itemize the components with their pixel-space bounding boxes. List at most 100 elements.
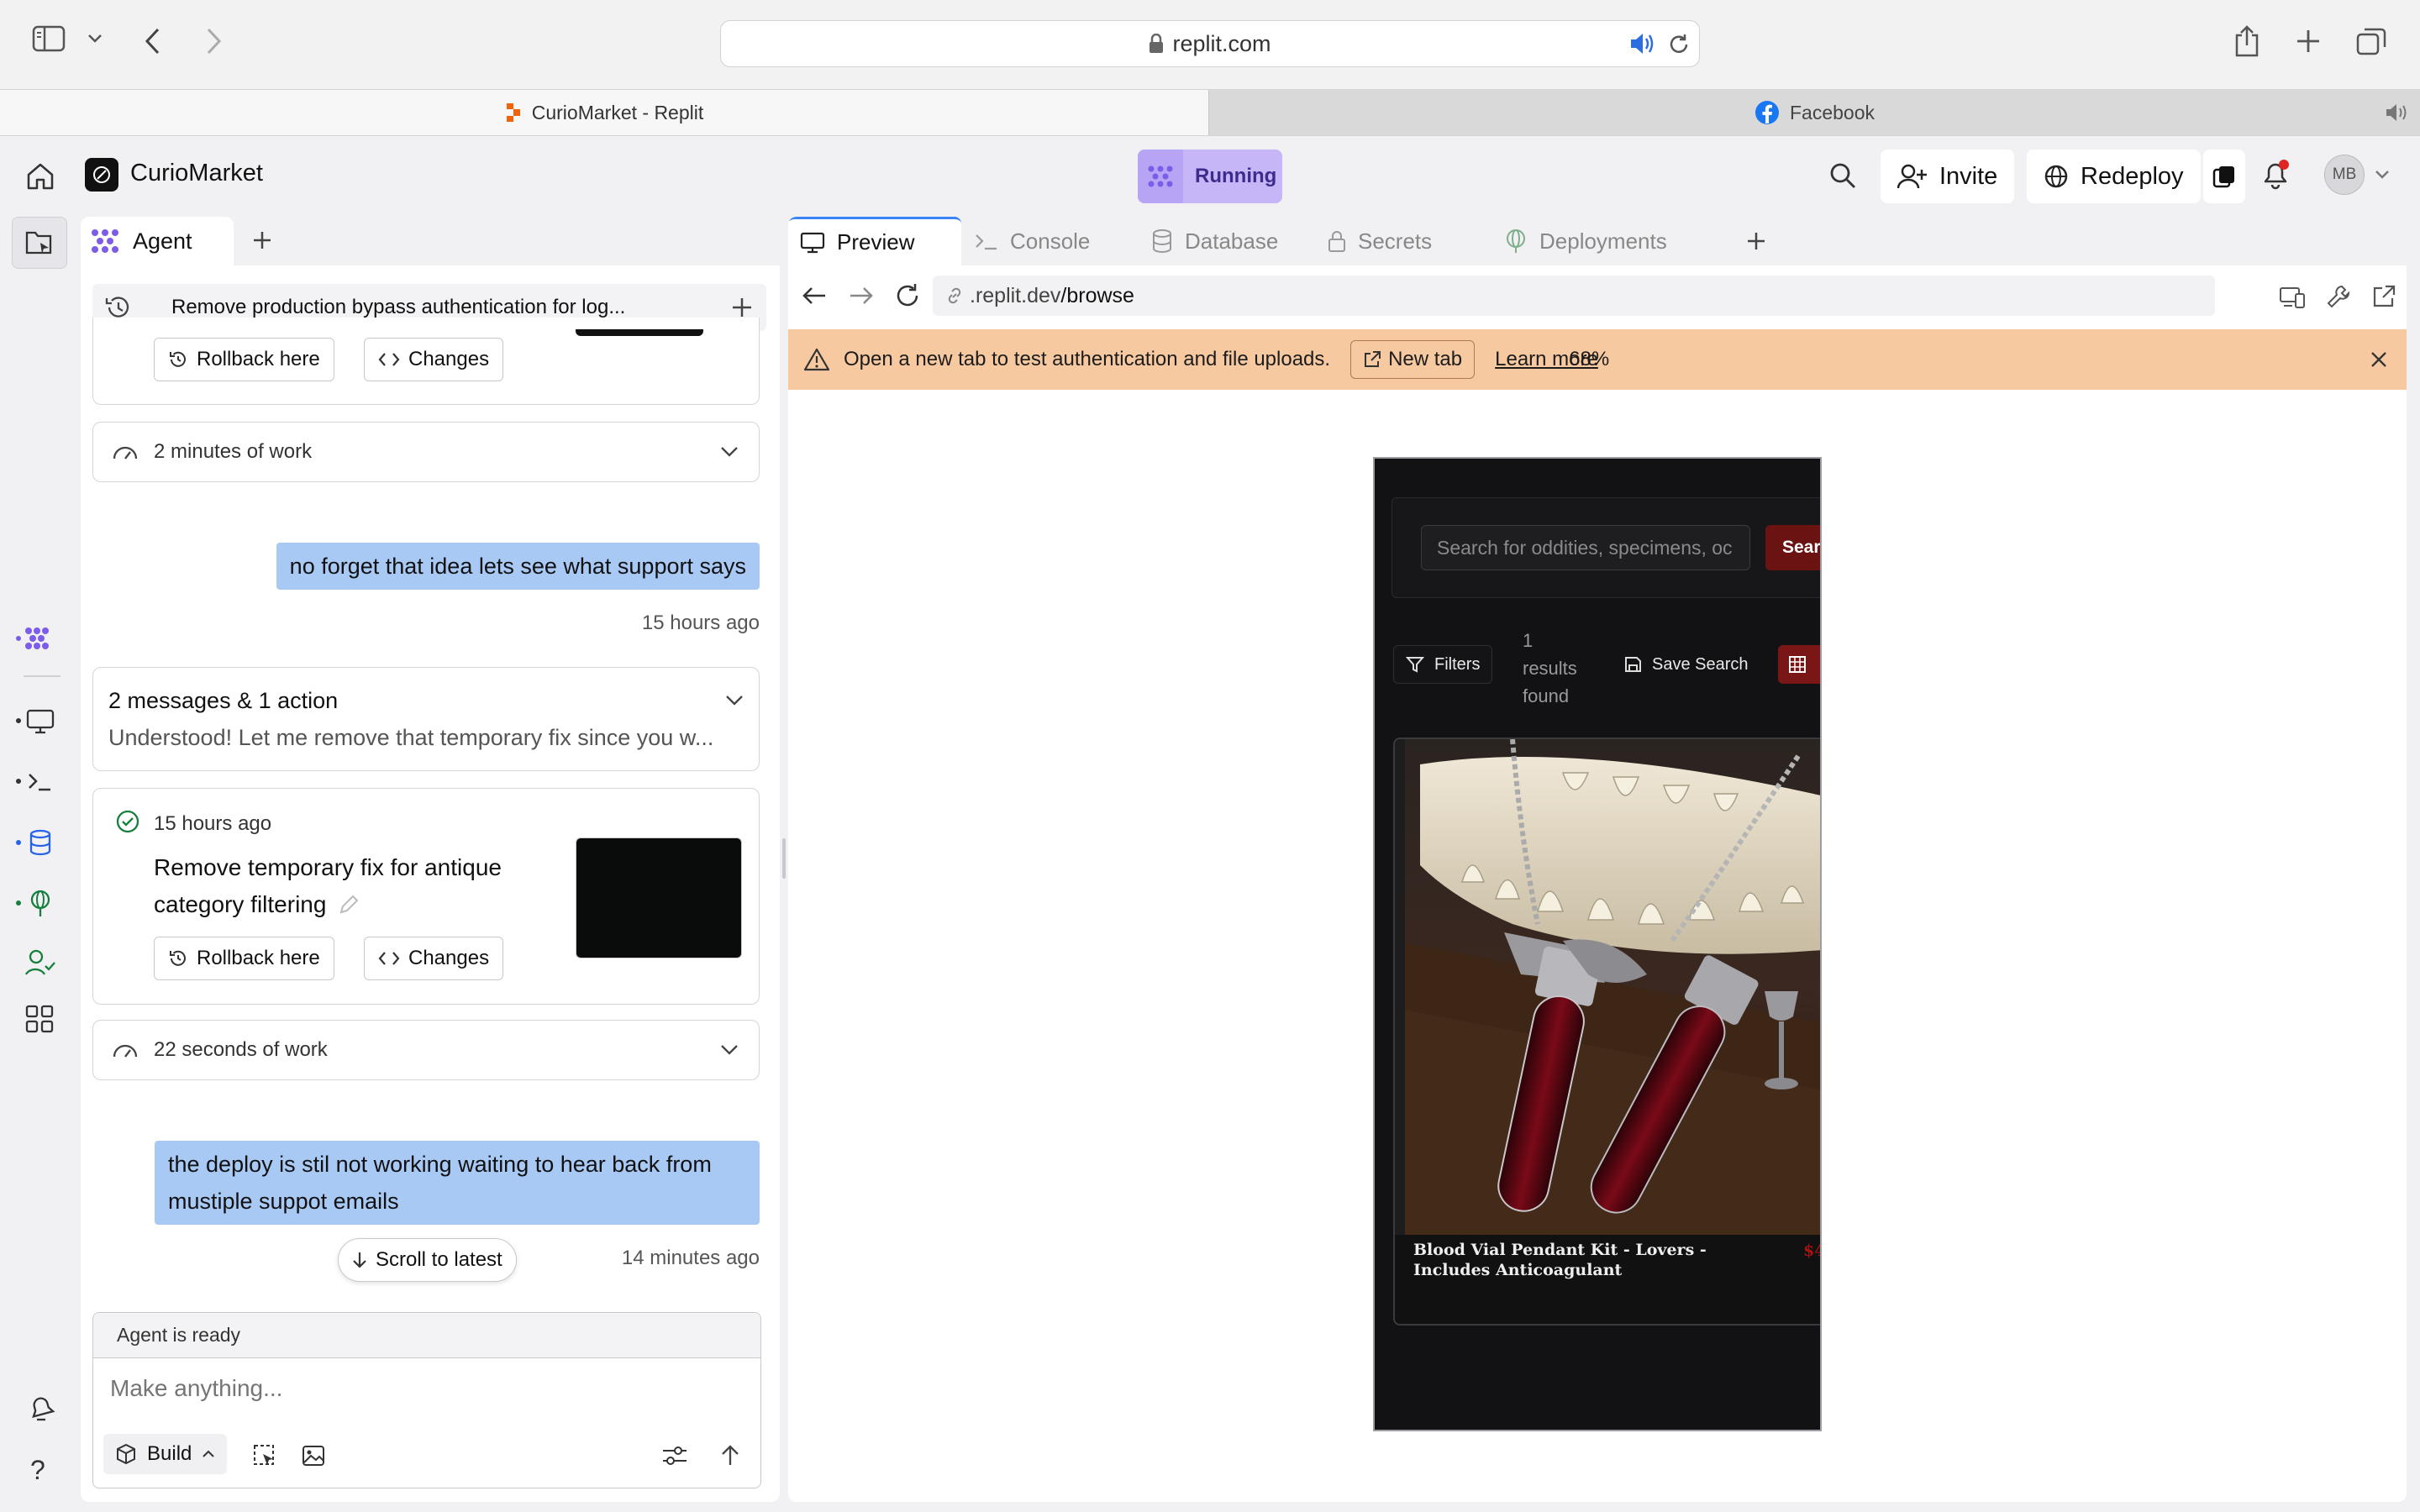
forward-icon[interactable]	[203, 27, 224, 55]
speaker-icon[interactable]	[1628, 31, 1657, 56]
tab-secrets[interactable]: Secrets	[1316, 217, 1489, 265]
learn-more-link[interactable]: Learn more 68%	[1495, 348, 1609, 371]
agent-summary-card[interactable]: 2 messages & 1 action Understood! Let me…	[92, 667, 760, 771]
build-label: Build	[147, 1442, 192, 1465]
back-icon[interactable]	[143, 27, 163, 55]
refresh-icon[interactable]	[894, 282, 921, 309]
settings-sliders-icon[interactable]	[661, 1444, 688, 1467]
tab-database[interactable]: Database	[1139, 217, 1313, 265]
help-icon[interactable]: ?	[30, 1455, 45, 1486]
chat-input[interactable]	[97, 1363, 752, 1414]
share-icon[interactable]	[2233, 25, 2260, 57]
url-path: /browse	[1060, 283, 1134, 307]
save-icon	[1625, 657, 1641, 672]
avatar[interactable]: MB	[2324, 155, 2365, 195]
app-search-button[interactable]: Sear	[1765, 525, 1820, 570]
database-icon[interactable]	[15, 828, 55, 857]
forward-arrow-icon[interactable]	[849, 284, 874, 307]
chevron-down-icon[interactable]	[2375, 170, 2390, 180]
build-mode-button[interactable]: Build	[103, 1434, 228, 1474]
deploy-icon[interactable]	[15, 889, 55, 917]
agent-icon	[1138, 150, 1183, 203]
run-status-button[interactable]: Running	[1138, 150, 1282, 203]
redeploy-button[interactable]: Redeploy	[2027, 150, 2201, 203]
save-search-label: Save Search	[1652, 654, 1749, 674]
new-tab-icon[interactable]	[2296, 29, 2321, 54]
app-search-area: Search for oddities, specimens, oc Sear	[1392, 497, 1820, 598]
thread-title: Remove production bypass authentication …	[171, 296, 626, 318]
tab-label: Deployments	[1539, 228, 1667, 254]
add-user-icon	[1897, 164, 1927, 189]
send-arrow-up-icon[interactable]	[720, 1444, 740, 1467]
new-thread-icon[interactable]	[731, 297, 753, 318]
layers-icon[interactable]	[2203, 150, 2245, 203]
chevron-down-icon[interactable]	[725, 695, 744, 706]
tab-preview[interactable]: Preview	[788, 217, 961, 265]
checkpoint-thumbnail[interactable]	[576, 837, 742, 958]
results-count-line: 1	[1523, 630, 1534, 651]
console-icon[interactable]	[15, 768, 55, 795]
changes-label: Changes	[408, 348, 490, 370]
panel-splitter[interactable]	[780, 217, 788, 1502]
checkpoint-card-previous: Rollback here Changes	[92, 318, 760, 405]
filters-button[interactable]: Filters	[1393, 645, 1493, 684]
lock-icon	[1150, 34, 1164, 53]
browser-tab-facebook[interactable]: Facebook	[1208, 90, 2420, 135]
add-tab-icon[interactable]	[1746, 231, 1766, 251]
agent-tabbar: Agent	[81, 217, 780, 265]
chevron-down-icon	[721, 1045, 738, 1055]
app-search-input[interactable]: Search for oddities, specimens, oc	[1421, 525, 1750, 570]
cube-icon	[117, 1443, 135, 1465]
gauge-icon	[113, 446, 138, 459]
user-message-line: mustiple suppot emails	[168, 1189, 399, 1214]
work-summary-row[interactable]: 22 seconds of work	[92, 1020, 760, 1080]
tab-deployments[interactable]: Deployments	[1492, 217, 1677, 265]
reload-icon[interactable]	[1667, 33, 1691, 56]
close-icon[interactable]	[2370, 350, 2388, 369]
summary-preview: Understood! Let me remove that temporary…	[108, 725, 714, 750]
home-icon[interactable]	[25, 161, 55, 192]
tab-console[interactable]: Console	[963, 217, 1136, 265]
back-arrow-icon[interactable]	[802, 284, 827, 307]
history-icon[interactable]	[104, 295, 131, 320]
edit-pencil-icon[interactable]	[338, 894, 360, 916]
work-summary-row[interactable]: 2 minutes of work	[92, 422, 760, 482]
scroll-to-latest-button[interactable]: Scroll to latest	[338, 1238, 517, 1282]
search-icon[interactable]	[1828, 161, 1857, 190]
product-card[interactable]: Blood Vial Pendant Kit - Lovers - Includ…	[1393, 738, 1820, 1326]
sidebar-toggle-icon[interactable]	[32, 25, 66, 52]
address-bar[interactable]: replit.com	[720, 20, 1700, 67]
rollback-button[interactable]: Rollback here	[154, 937, 334, 980]
banner-text: Open a new tab to test authentication an…	[844, 348, 1331, 370]
user-check-icon[interactable]	[25, 949, 55, 976]
replit-header: CurioMarket Running Invite Redeploy MB	[0, 136, 2420, 217]
tab-audio-icon[interactable]	[2385, 102, 2408, 123]
rollback-button[interactable]: Rollback here	[154, 338, 334, 381]
devices-icon[interactable]	[2279, 286, 2306, 309]
monitor-icon[interactable]	[15, 707, 55, 734]
changes-button[interactable]: Changes	[364, 937, 504, 980]
tab-agent[interactable]: Agent	[81, 217, 234, 265]
bell-icon[interactable]	[2259, 158, 2292, 192]
alert-bell-icon[interactable]	[25, 1394, 55, 1425]
console-icon	[976, 234, 997, 250]
image-icon[interactable]	[302, 1444, 325, 1467]
save-search-button[interactable]: Save Search	[1612, 645, 1760, 684]
chevron-down-icon[interactable]	[87, 34, 103, 44]
preview-url-field[interactable]: .replit.dev/browse	[933, 276, 2215, 316]
apps-grid-icon[interactable]	[25, 1005, 54, 1033]
browser-toolbar: replit.com	[0, 0, 2420, 89]
browser-tab-replit[interactable]: CurioMarket - Replit	[0, 90, 1208, 135]
new-tab-button[interactable]: New tab	[1350, 340, 1476, 379]
files-icon[interactable]	[12, 217, 67, 269]
grid-view-button[interactable]	[1778, 645, 1820, 684]
select-element-icon[interactable]	[253, 1444, 276, 1467]
wrench-icon[interactable]	[2326, 284, 2351, 309]
add-tab-icon[interactable]	[252, 230, 272, 250]
invite-button[interactable]: Invite	[1881, 150, 2015, 203]
changes-button[interactable]: Changes	[364, 338, 504, 381]
project-name[interactable]: CurioMarket	[130, 160, 263, 187]
agent-icon[interactable]	[15, 625, 55, 652]
tab-overview-icon[interactable]	[2356, 27, 2386, 55]
external-link-icon[interactable]	[2371, 284, 2396, 309]
